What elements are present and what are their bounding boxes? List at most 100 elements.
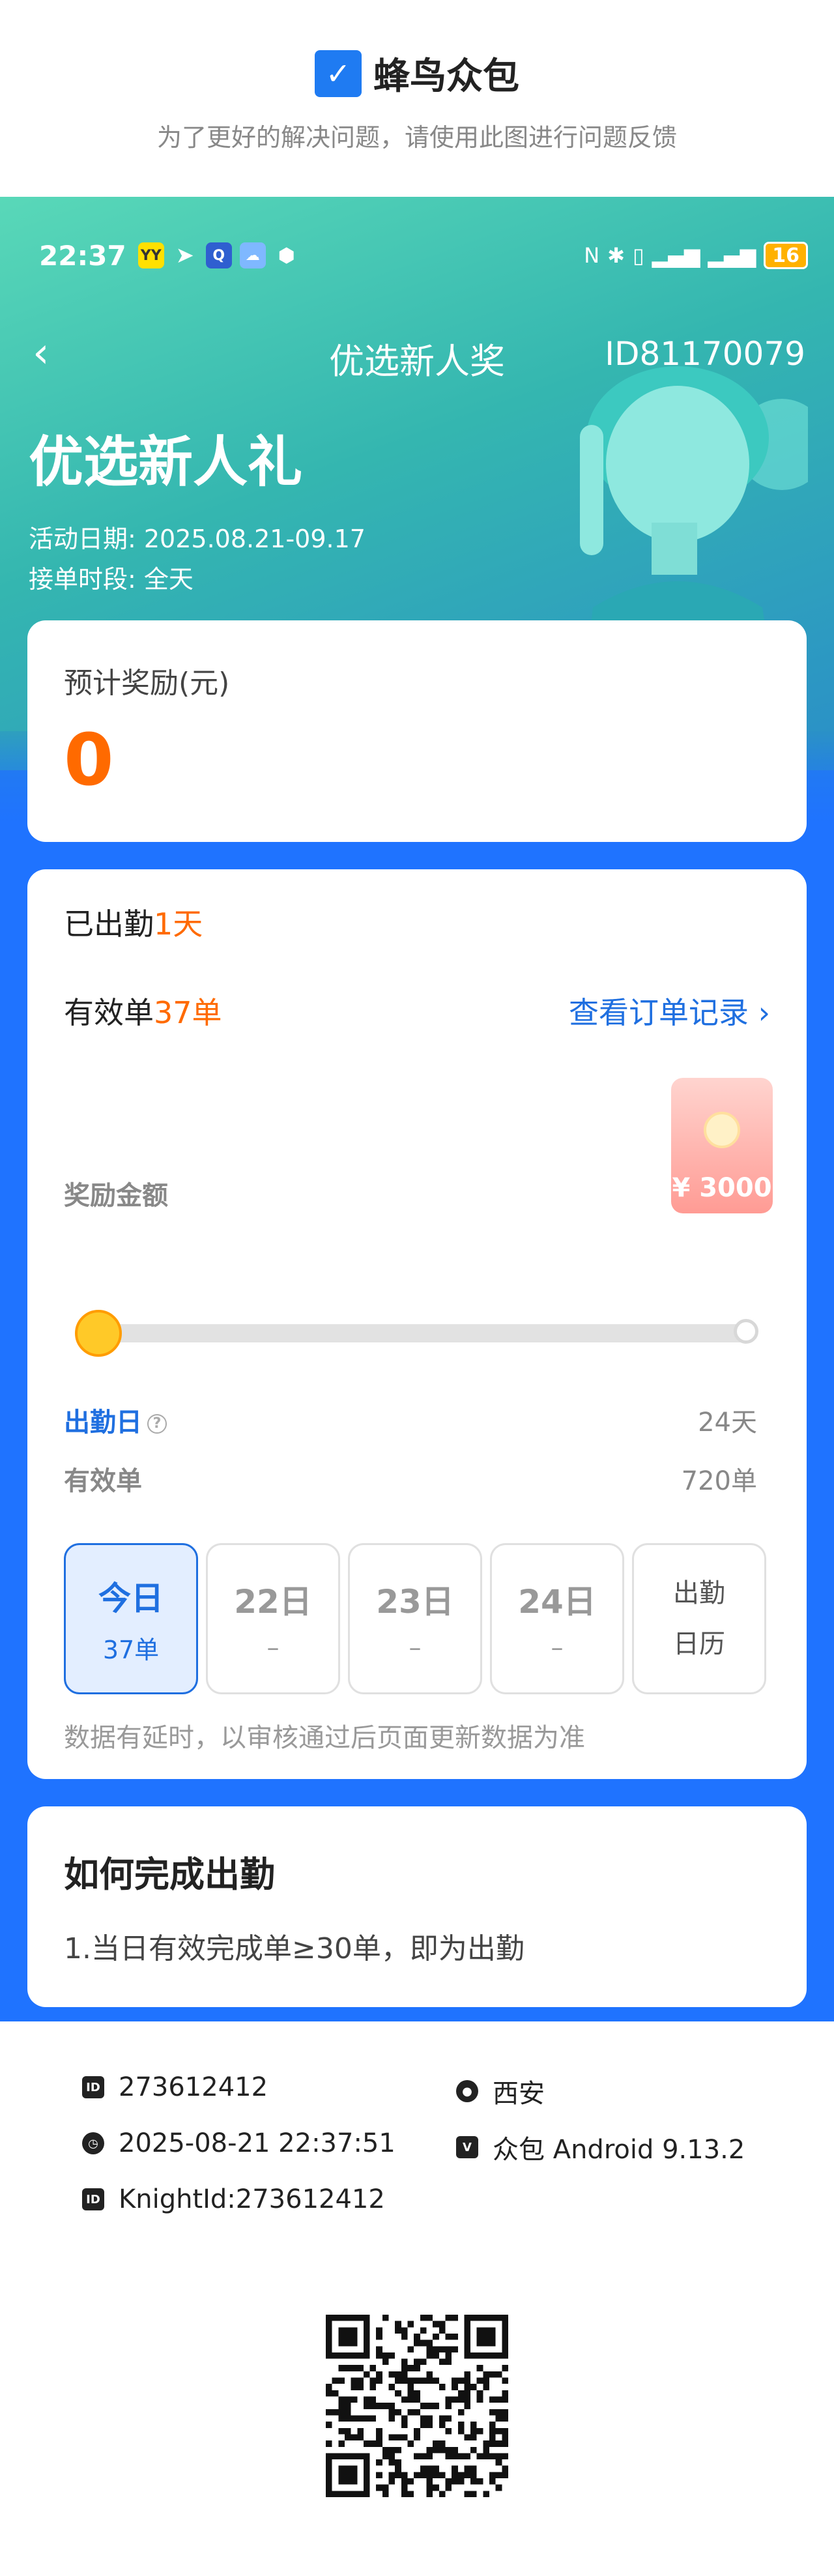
qr-module [388,2415,395,2422]
nfc-icon: N [584,243,600,268]
qr-module [414,2472,420,2479]
qr-module [326,2422,332,2428]
qr-module [464,2371,471,2378]
qr-module [502,2440,508,2447]
qr-module [470,2491,477,2497]
qr-module [445,2415,452,2422]
day-tab-today[interactable]: 今日 37单 [64,1543,198,1694]
knight-id: ID KnightId:273612412 [82,2184,385,2214]
paper-plane-icon: ➤ [175,242,194,268]
qr-module [414,2377,420,2384]
activity-id: ID81170079 [605,335,805,373]
qr-module [495,2371,502,2378]
qr-module [445,2478,452,2485]
day-tab-23[interactable]: 23日 – [348,1543,482,1694]
qr-module [426,2491,433,2497]
qr-module [439,2327,446,2334]
qr-module [420,2472,427,2479]
qr-module [376,2377,382,2384]
qr-module [426,2339,433,2347]
qr-module [414,2396,420,2403]
qr-finder [338,2327,358,2347]
day-sub: – [409,1633,422,1662]
help-icon[interactable]: ? [147,1414,167,1434]
qr-module [426,2478,433,2485]
qr-module [388,2409,395,2416]
qr-module [338,2409,345,2416]
qr-module [351,2415,358,2422]
qr-module [495,2409,502,2416]
qr-module [452,2446,458,2453]
version-icon: V [456,2136,478,2158]
city-text: 西安 [493,2079,545,2109]
qr-module [388,2371,395,2378]
qr-module [426,2315,433,2321]
qr-module [502,2390,508,2397]
qr-module [401,2434,408,2441]
qr-module [388,2446,395,2453]
qr-module [426,2352,433,2359]
qr-module [476,2453,483,2460]
qr-module [407,2321,414,2328]
qr-module [433,2346,439,2352]
qr-module [401,2377,408,2384]
attendance-calendar-button[interactable]: 出勤 日历 [632,1543,766,1694]
qr-module [357,2427,364,2435]
qr-module [426,2422,433,2428]
qr-module [426,2446,433,2453]
qr-module [483,2384,490,2390]
qr-module [426,2465,433,2472]
qr-module [376,2352,382,2359]
qr-module [439,2491,446,2497]
qr-module [489,2396,496,2403]
qr-module [489,2453,496,2460]
day-tab-22[interactable]: 22日 – [206,1543,340,1694]
progress-knob [74,1310,122,1357]
qr-module [445,2403,452,2409]
progress-track [86,1319,758,1344]
attended-days: 已出勤1天 [64,901,203,944]
qr-module [388,2434,395,2441]
attended-value: 1天 [154,906,203,942]
qr-module [433,2472,439,2479]
knight-id-text: KnightId:273612412 [119,2184,385,2214]
qr-module [407,2409,414,2416]
attended-label: 已出勤 [64,906,154,942]
qr-module [452,2315,458,2321]
qr-module [495,2472,502,2479]
qr-module [476,2390,483,2397]
day-tab-24[interactable]: 24日 – [490,1543,624,1694]
qr-module [489,2434,496,2441]
qr-module [388,2472,395,2479]
qr-module [464,2472,471,2479]
qr-module [433,2484,439,2491]
qr-module [433,2446,439,2453]
qr-module [439,2422,446,2428]
qr-module [376,2440,382,2447]
qr-module [338,2365,345,2371]
qr-module [395,2409,401,2416]
qr-module [464,2453,471,2460]
qr-module [489,2422,496,2428]
qr-module [470,2384,477,2390]
view-order-records-link[interactable]: 查看订单记录 › [569,989,770,1032]
qr-module [414,2409,420,2416]
qr-module [464,2403,471,2409]
qr-module [344,2427,351,2435]
datetime-text: 2025-08-21 22:37:51 [119,2128,395,2158]
qr-module [338,2440,345,2447]
qr-module [502,2396,508,2403]
qr-module [464,2465,471,2472]
qr-module [426,2453,433,2460]
qr-module [433,2352,439,2359]
qr-module [382,2403,389,2409]
qr-module [445,2346,452,2352]
qr-module [476,2396,483,2403]
day-title: 23日 [376,1583,454,1621]
qr-module [457,2453,465,2460]
qr-module [445,2427,452,2435]
qr-module [470,2465,477,2472]
id-icon: ID [82,2076,104,2098]
qr-module [382,2484,389,2491]
vibrate-icon: ▯ [632,243,644,268]
